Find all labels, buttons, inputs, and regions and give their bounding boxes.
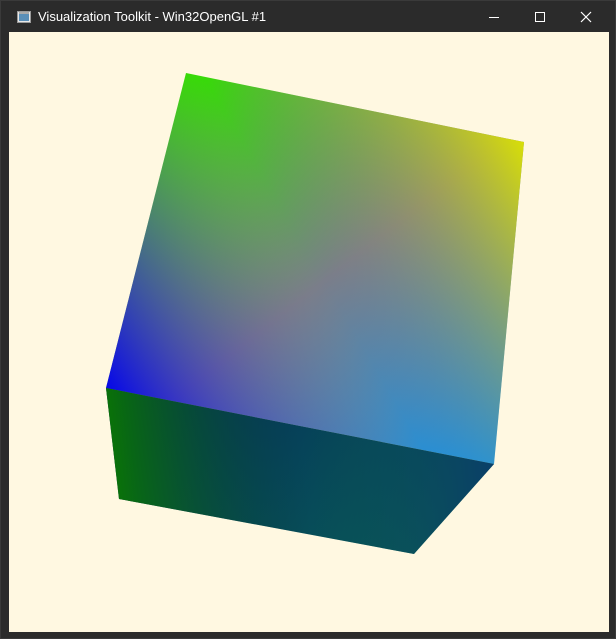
cube[interactable] (106, 73, 524, 554)
cube-scene[interactable] (9, 32, 609, 632)
close-button[interactable] (563, 1, 609, 32)
maximize-button[interactable] (517, 1, 563, 32)
close-icon (580, 11, 592, 23)
minimize-button[interactable] (471, 1, 517, 32)
title-bar[interactable]: Visualization Toolkit - Win32OpenGL #1 (1, 1, 615, 32)
window-title: Visualization Toolkit - Win32OpenGL #1 (38, 9, 267, 24)
minimize-icon (488, 11, 500, 23)
vtk-render-window[interactable]: Visualization Toolkit - Win32OpenGL #1 (0, 0, 616, 639)
opengl-render-viewport[interactable] (9, 32, 609, 632)
vtk-window-icon (17, 10, 31, 23)
maximize-icon (534, 11, 546, 23)
